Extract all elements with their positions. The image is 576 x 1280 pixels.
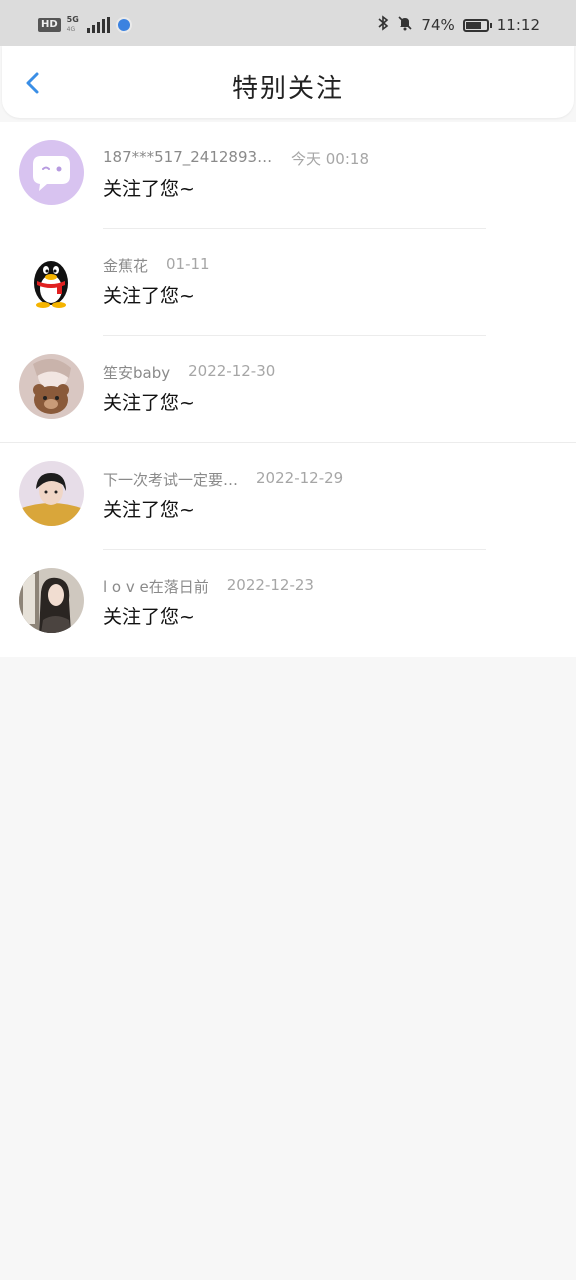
- item-meta: l o v e在落日前 2022-12-23: [103, 576, 314, 597]
- battery-icon: [462, 18, 492, 32]
- clock: 11:12: [496, 16, 540, 34]
- page-title: 特别关注: [231, 74, 344, 104]
- user-name: 下一次考试一定要…: [103, 471, 239, 489]
- avatar[interactable]: [19, 247, 84, 312]
- signal-icon: [86, 17, 110, 33]
- user-name: 187***517_2412893558: [103, 148, 273, 166]
- item-time: 01-11: [166, 255, 210, 273]
- network-indicator: 5G 4G: [67, 16, 81, 34]
- mute-bell-icon: [397, 15, 413, 35]
- browser-icon: [115, 17, 132, 33]
- item-message: 关注了您~: [103, 178, 195, 200]
- item-meta: 金蕉花 01-11: [103, 255, 210, 276]
- item-time: 2022-12-30: [188, 362, 276, 380]
- item-time: 2022-12-23: [226, 576, 314, 594]
- user-name: 金蕉花: [103, 257, 149, 275]
- list-item[interactable]: 金蕉花 01-11 关注了您~: [0, 229, 576, 336]
- item-message: 关注了您~: [103, 606, 195, 628]
- user-name: 笙安baby: [103, 364, 171, 382]
- status-right: 74% 11:12: [377, 15, 540, 35]
- avatar[interactable]: [19, 568, 84, 633]
- list-item[interactable]: 187***517_2412893558 今天 00:18 关注了您~: [0, 122, 576, 229]
- bluetooth-icon: [377, 15, 389, 35]
- battery-percent: 74%: [421, 16, 455, 34]
- status-left: HD 5G 4G: [38, 16, 132, 34]
- avatar[interactable]: [19, 461, 84, 526]
- battery-fill: [465, 21, 481, 29]
- user-name: l o v e在落日前: [103, 578, 209, 596]
- item-message: 关注了您~: [103, 392, 195, 414]
- item-meta: 下一次考试一定要… 2022-12-29: [103, 469, 343, 490]
- item-message: 关注了您~: [103, 285, 195, 307]
- item-time: 2022-12-29: [256, 469, 344, 487]
- item-time: 今天 00:18: [291, 150, 369, 168]
- status-bar: HD 5G 4G 74% 11:12: [0, 0, 576, 46]
- item-message: 关注了您~: [103, 499, 195, 521]
- avatar[interactable]: [19, 354, 84, 419]
- list-item[interactable]: 笙安baby 2022-12-30 关注了您~: [0, 336, 576, 443]
- top-bar: 特别关注: [2, 46, 574, 118]
- list-item[interactable]: l o v e在落日前 2022-12-23 关注了您~: [0, 550, 576, 657]
- item-meta: 187***517_2412893558 今天 00:18: [103, 148, 369, 169]
- network-subtype: 4G: [66, 26, 76, 33]
- follow-list: 187***517_2412893558 今天 00:18 关注了您~ 金蕉花 …: [0, 122, 576, 657]
- item-meta: 笙安baby 2022-12-30: [103, 362, 275, 383]
- avatar[interactable]: [19, 140, 84, 205]
- hd-badge: HD: [38, 18, 61, 32]
- network-type: 5G: [66, 15, 79, 24]
- list-item[interactable]: 下一次考试一定要… 2022-12-29 关注了您~: [0, 443, 576, 550]
